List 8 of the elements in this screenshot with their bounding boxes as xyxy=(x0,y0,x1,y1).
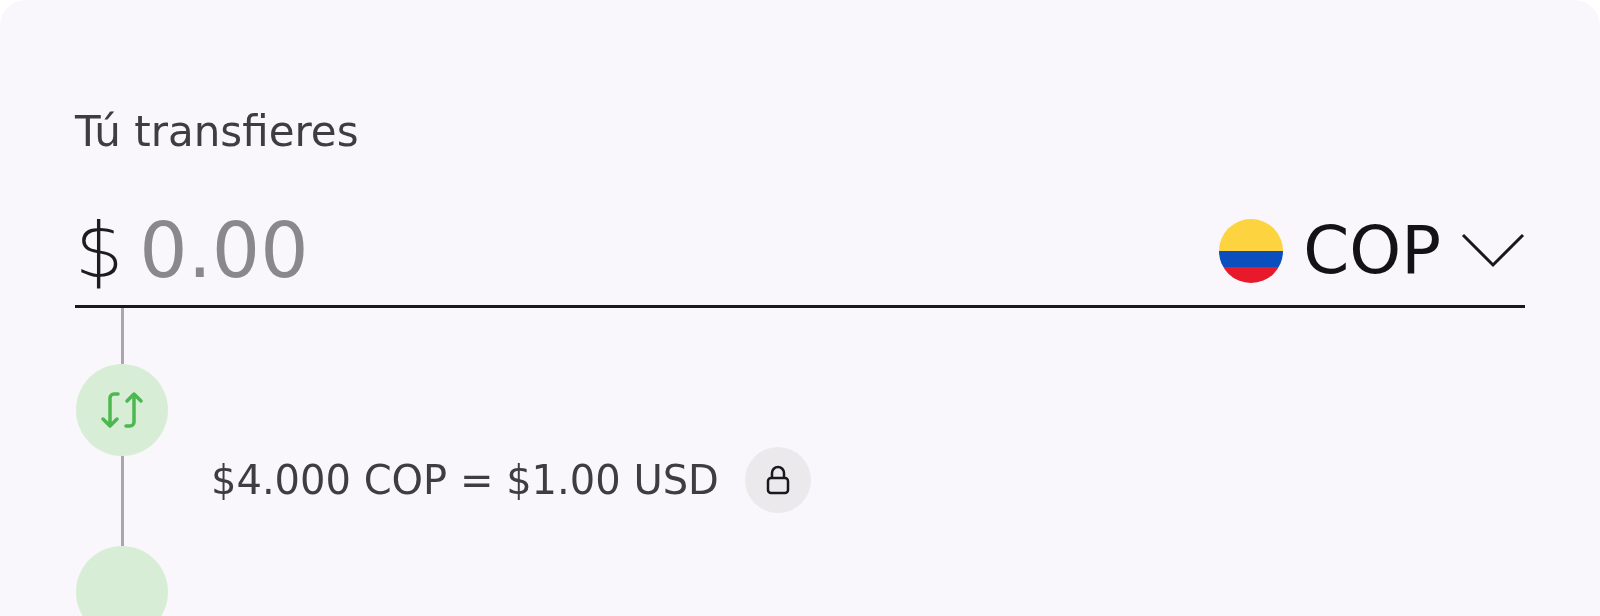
amount-field[interactable]: $ 0.00 COP xyxy=(75,204,1525,308)
exchange-rate: $4.000 COP = $1.00 USD xyxy=(211,457,719,503)
currency-symbol: $ xyxy=(75,206,124,295)
chevron-down-icon xyxy=(1461,232,1525,269)
flag-icon xyxy=(1219,218,1284,283)
step-marker-icon xyxy=(76,546,168,616)
currency-select[interactable]: COP xyxy=(1219,212,1525,289)
field-label: Tú transfieres xyxy=(75,106,360,158)
